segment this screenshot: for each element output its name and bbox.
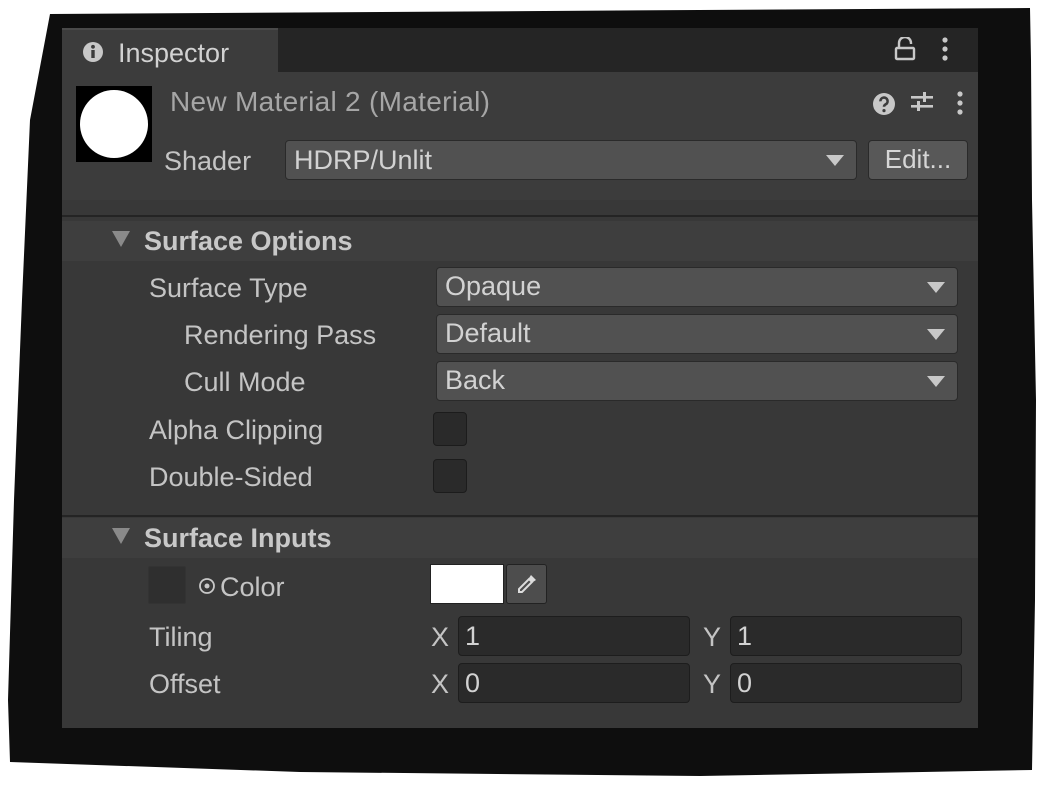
color-texture-slot[interactable] [148,566,186,604]
offset-x-value: 0 [465,668,481,698]
surface-type-value: Opaque [445,271,542,301]
chevron-down-icon [927,282,945,293]
surface-inputs-header[interactable]: Surface Inputs [62,518,978,558]
radio-dot-icon[interactable] [198,577,216,595]
foldout-arrow-icon [112,528,130,544]
shader-dropdown[interactable]: HDRP/Unlit [285,140,857,180]
surface-options-header[interactable]: Surface Options [62,221,978,261]
section-title: Surface Options [144,226,353,256]
shader-value: HDRP/Unlit [294,145,433,175]
surface-type-dropdown[interactable]: Opaque [436,267,958,307]
preview-sphere [80,90,148,158]
chevron-down-icon [927,376,945,387]
tiling-y-value: 1 [737,621,753,651]
kebab-menu-icon[interactable] [940,36,950,62]
rendering-pass-value: Default [445,318,531,348]
color-swatch[interactable] [430,564,504,604]
tiling-y-field[interactable]: 1 [730,616,962,656]
tiling-x-label: X [431,622,450,652]
double-sided-checkbox[interactable] [433,459,467,493]
chevron-down-icon [826,155,844,166]
section-title: Surface Inputs [144,523,332,553]
divider [62,515,978,517]
offset-x-label: X [431,669,450,699]
inspector-panel: Inspector New Material 2 (Material) Shad… [62,28,978,728]
info-icon [83,42,103,62]
lock-icon[interactable] [894,37,916,61]
preset-icon[interactable] [909,90,935,116]
material-header: New Material 2 (Material) Shader HDRP/Un… [62,72,978,200]
kebab-menu-icon[interactable] [955,90,965,116]
offset-y-label: Y [703,669,722,699]
offset-y-value: 0 [737,668,753,698]
offset-x-field[interactable]: 0 [458,663,690,703]
tab-title: Inspector [118,38,230,68]
tiling-x-field[interactable]: 1 [458,616,690,656]
material-title: New Material 2 (Material) [170,86,491,117]
rendering-pass-label: Rendering Pass [184,320,377,350]
edit-shader-button[interactable]: Edit... [868,140,968,180]
alpha-clipping-label: Alpha Clipping [149,415,324,445]
eyedropper-button[interactable] [506,564,547,604]
tab-inspector[interactable]: Inspector [62,28,278,72]
cull-mode-value: Back [445,365,506,395]
alpha-clipping-checkbox[interactable] [433,412,467,446]
offset-label: Offset [149,669,221,699]
color-label: Color [220,572,285,602]
eyedropper-icon [518,575,536,593]
offset-y-field[interactable]: 0 [730,663,962,703]
divider [62,215,978,217]
foldout-arrow-icon [112,231,130,247]
double-sided-label: Double-Sided [149,462,313,492]
tiling-y-label: Y [703,622,722,652]
help-icon[interactable] [872,92,896,116]
surface-type-label: Surface Type [149,273,308,303]
tiling-label: Tiling [149,622,213,652]
shader-label: Shader [164,146,252,176]
cull-mode-dropdown[interactable]: Back [436,361,958,401]
material-preview [76,86,152,162]
rendering-pass-dropdown[interactable]: Default [436,314,958,354]
tiling-x-value: 1 [465,621,481,651]
cull-mode-label: Cull Mode [184,367,306,397]
tab-bar: Inspector [62,28,978,72]
chevron-down-icon [927,329,945,340]
